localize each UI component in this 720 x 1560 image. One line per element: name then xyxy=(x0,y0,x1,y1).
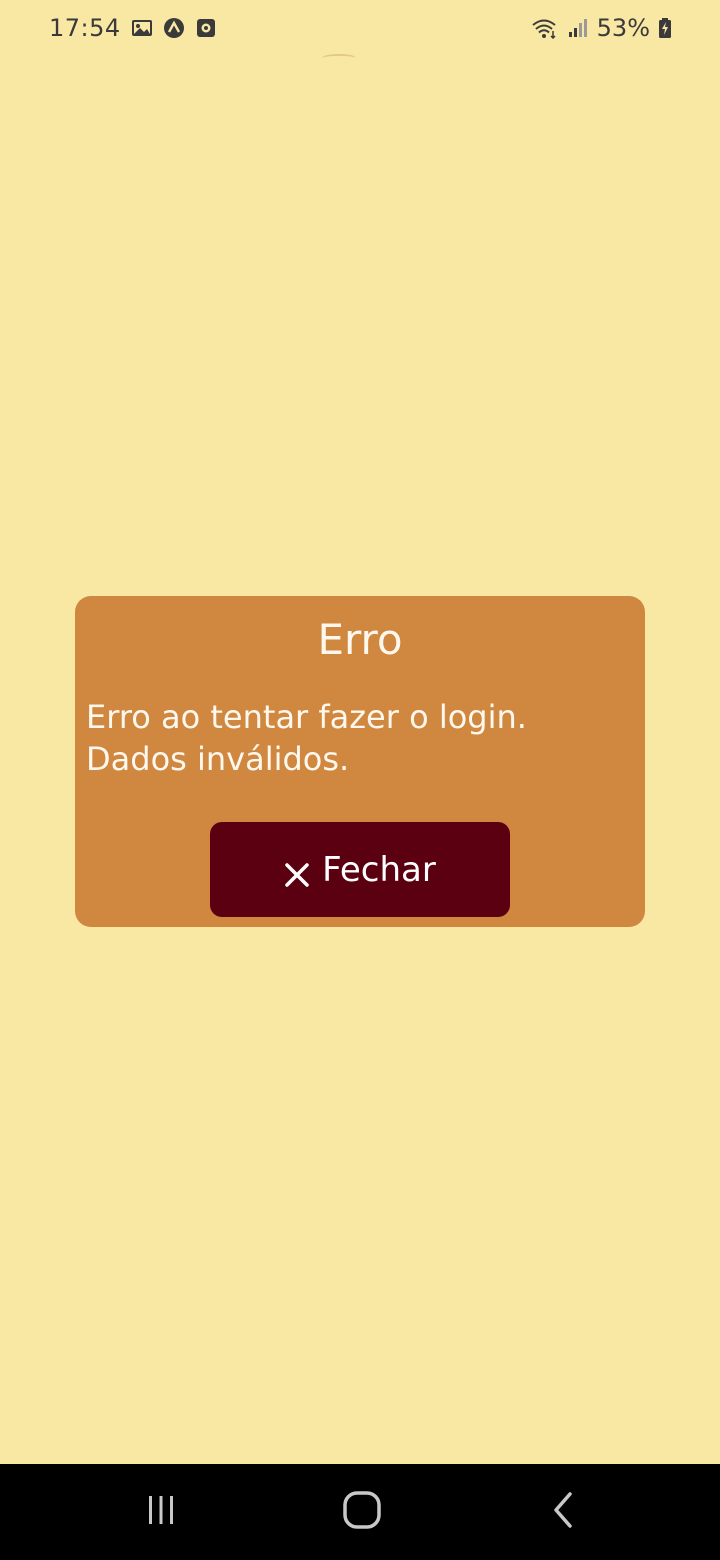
loading-indicator xyxy=(322,54,356,62)
close-icon xyxy=(284,857,310,887)
back-icon xyxy=(544,1490,584,1534)
navigation-bar xyxy=(0,1464,720,1560)
status-bar-right: 53% xyxy=(531,14,672,42)
home-icon xyxy=(340,1488,384,1536)
gallery-icon xyxy=(131,17,153,39)
status-bar: 17:54 53% xyxy=(0,0,720,60)
battery-percent: 53% xyxy=(596,14,650,42)
battery-charging-icon xyxy=(658,17,672,39)
dialog-message: Erro ao tentar fazer o login. Dados invá… xyxy=(86,698,527,778)
wifi-icon xyxy=(531,17,559,40)
media-icon xyxy=(195,17,217,39)
recent-apps-icon xyxy=(141,1490,181,1534)
dialog-title: Erro xyxy=(317,615,403,664)
home-button[interactable] xyxy=(332,1482,392,1542)
status-time: 17:54 xyxy=(49,14,121,42)
app-notification-icon xyxy=(163,17,185,39)
error-dialog: Erro Erro ao tentar fazer o login. Dados… xyxy=(75,596,645,927)
back-button[interactable] xyxy=(534,1482,594,1542)
close-button[interactable]: Fechar xyxy=(210,822,510,917)
status-bar-left: 17:54 xyxy=(49,14,217,42)
close-button-label: Fechar xyxy=(322,849,436,890)
recent-apps-button[interactable] xyxy=(131,1482,191,1542)
signal-icon xyxy=(567,17,589,39)
